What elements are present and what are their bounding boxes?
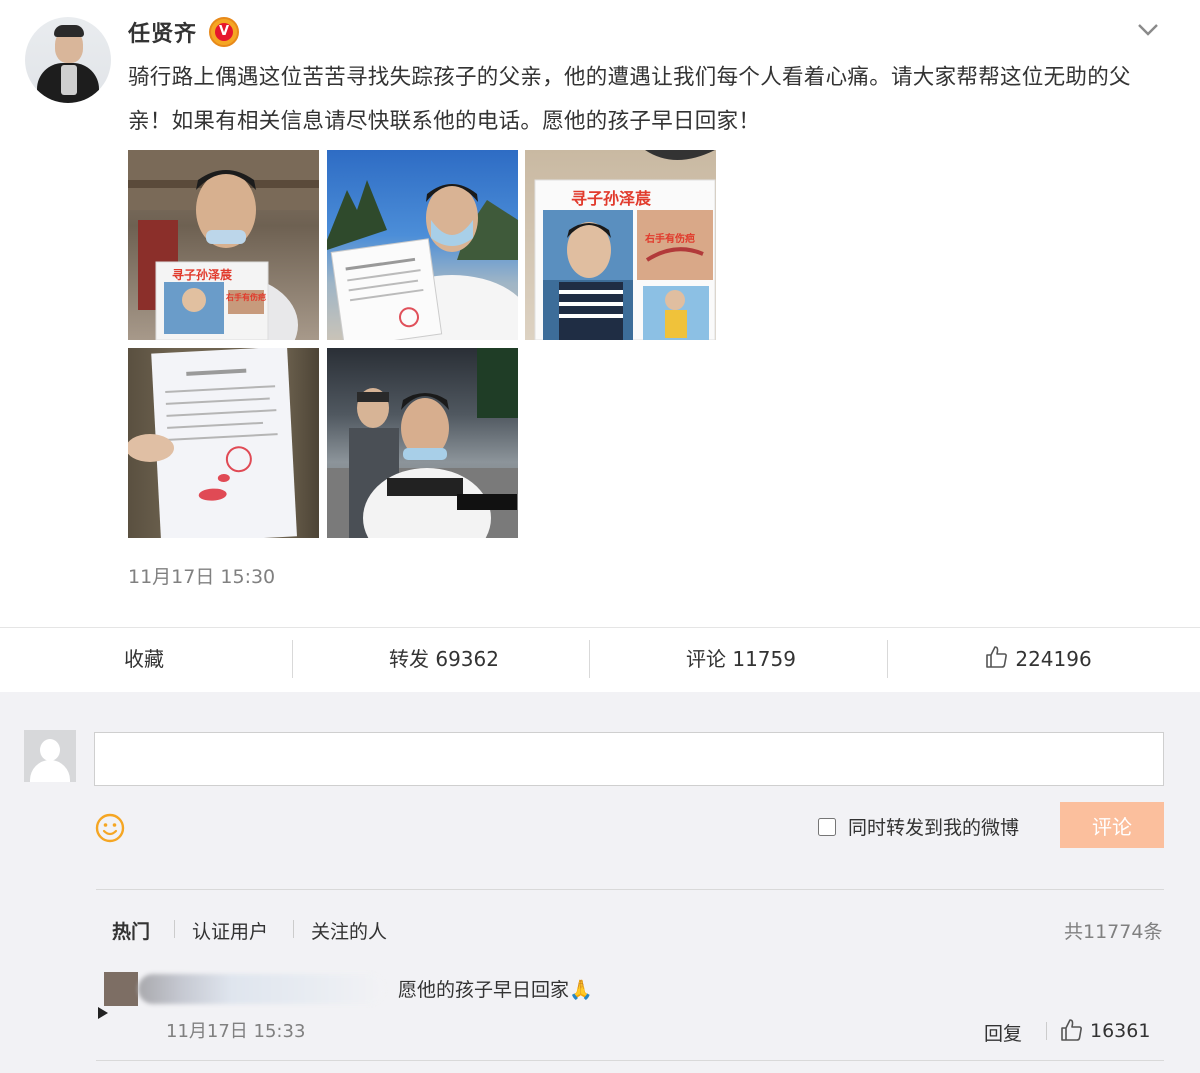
verified-letter: V	[215, 23, 233, 41]
verified-badge-icon: V	[209, 17, 239, 47]
comment-text: 愿他的孩子早日回家🙏	[398, 979, 593, 1001]
poster-note-3: 右手有伤疤	[645, 234, 695, 245]
share-to-weibo-checkbox[interactable]	[818, 818, 836, 836]
post-photo-4[interactable]	[128, 348, 319, 538]
tab-hot[interactable]: 热门	[112, 917, 150, 944]
thumbs-up-icon	[986, 646, 1007, 668]
comment-like-count[interactable]: 16361	[1090, 1020, 1150, 1042]
section-divider	[96, 1060, 1164, 1061]
poster-note-1: 右手有伤疤	[226, 293, 266, 302]
thumbs-up-icon[interactable]	[1060, 1018, 1084, 1042]
avatar-silhouette-head	[40, 739, 60, 761]
chevron-down-icon[interactable]	[1136, 20, 1160, 40]
post-action-bar: 收藏 转发 69362 评论 11759 224196	[0, 627, 1200, 693]
post-timestamp[interactable]: 11月17日 15:30	[128, 562, 275, 589]
like-count: 224196	[1015, 647, 1092, 671]
favorite-button[interactable]: 收藏	[124, 628, 164, 693]
post-text: 骑行路上偶遇这位苦苦寻找失踪孩子的父亲，他的遭遇让我们每个人看着心痛。请大家帮帮…	[128, 65, 1131, 134]
comment-button[interactable]: 评论 11759	[686, 628, 796, 693]
like-button[interactable]: 224196	[985, 628, 1092, 693]
avatar-hair	[54, 25, 84, 37]
comment-action-separator	[1046, 1022, 1047, 1040]
comment-input[interactable]	[94, 732, 1164, 786]
commenter-name-blurred[interactable]	[138, 974, 384, 1004]
avatar-shirt	[61, 65, 77, 95]
comment-timestamp: 11月17日 15:33	[166, 1021, 306, 1042]
action-divider	[887, 640, 888, 678]
weibo-post: 任贤齐 V 骑行路上偶遇这位苦苦寻找失踪孩子的父亲，他的遭遇让我们每个人看着心痛…	[0, 0, 1200, 627]
default-avatar-icon	[24, 730, 76, 782]
author-avatar[interactable]	[25, 17, 111, 103]
post-photo-5[interactable]	[327, 348, 518, 538]
photo-1-scene	[128, 150, 319, 340]
smiley-icon[interactable]	[94, 812, 126, 844]
comment-total: 共11774条	[1064, 921, 1163, 943]
poster-title-3: 寻子孙泽莀	[571, 189, 652, 208]
commenter-avatar[interactable]	[104, 972, 138, 1006]
photo-3-scene	[534, 150, 716, 340]
poster-title-1: 寻子孙泽莀	[172, 268, 233, 282]
post-photo-2[interactable]	[327, 150, 518, 340]
section-divider	[96, 889, 1164, 890]
play-icon	[98, 1007, 108, 1019]
tab-separator	[293, 920, 294, 938]
action-divider	[589, 640, 590, 678]
share-to-weibo-label[interactable]: 同时转发到我的微博	[848, 813, 1019, 840]
comment-section: 同时转发到我的微博 评论 热门 认证用户 关注的人 共11774条 愿他的孩子早…	[0, 692, 1200, 1073]
action-divider	[292, 640, 293, 678]
tab-separator	[174, 920, 175, 938]
reply-button[interactable]: 回复	[984, 1019, 1022, 1046]
post-photo-3[interactable]: 寻子孙泽莀 右手有伤疤	[525, 150, 716, 340]
post-photo-1[interactable]: 寻子孙泽莀 右手有伤疤	[128, 150, 319, 340]
photo-4-scene	[128, 348, 297, 538]
photo-5-scene	[327, 348, 518, 538]
avatar-silhouette-body	[30, 760, 70, 782]
tab-following[interactable]: 关注的人	[311, 917, 387, 944]
tab-verified-users[interactable]: 认证用户	[192, 917, 268, 944]
submit-comment-button[interactable]: 评论	[1060, 802, 1164, 848]
repost-button[interactable]: 转发 69362	[389, 628, 499, 693]
photo-2-scene	[327, 180, 518, 340]
author-name[interactable]: 任贤齐	[128, 16, 197, 48]
